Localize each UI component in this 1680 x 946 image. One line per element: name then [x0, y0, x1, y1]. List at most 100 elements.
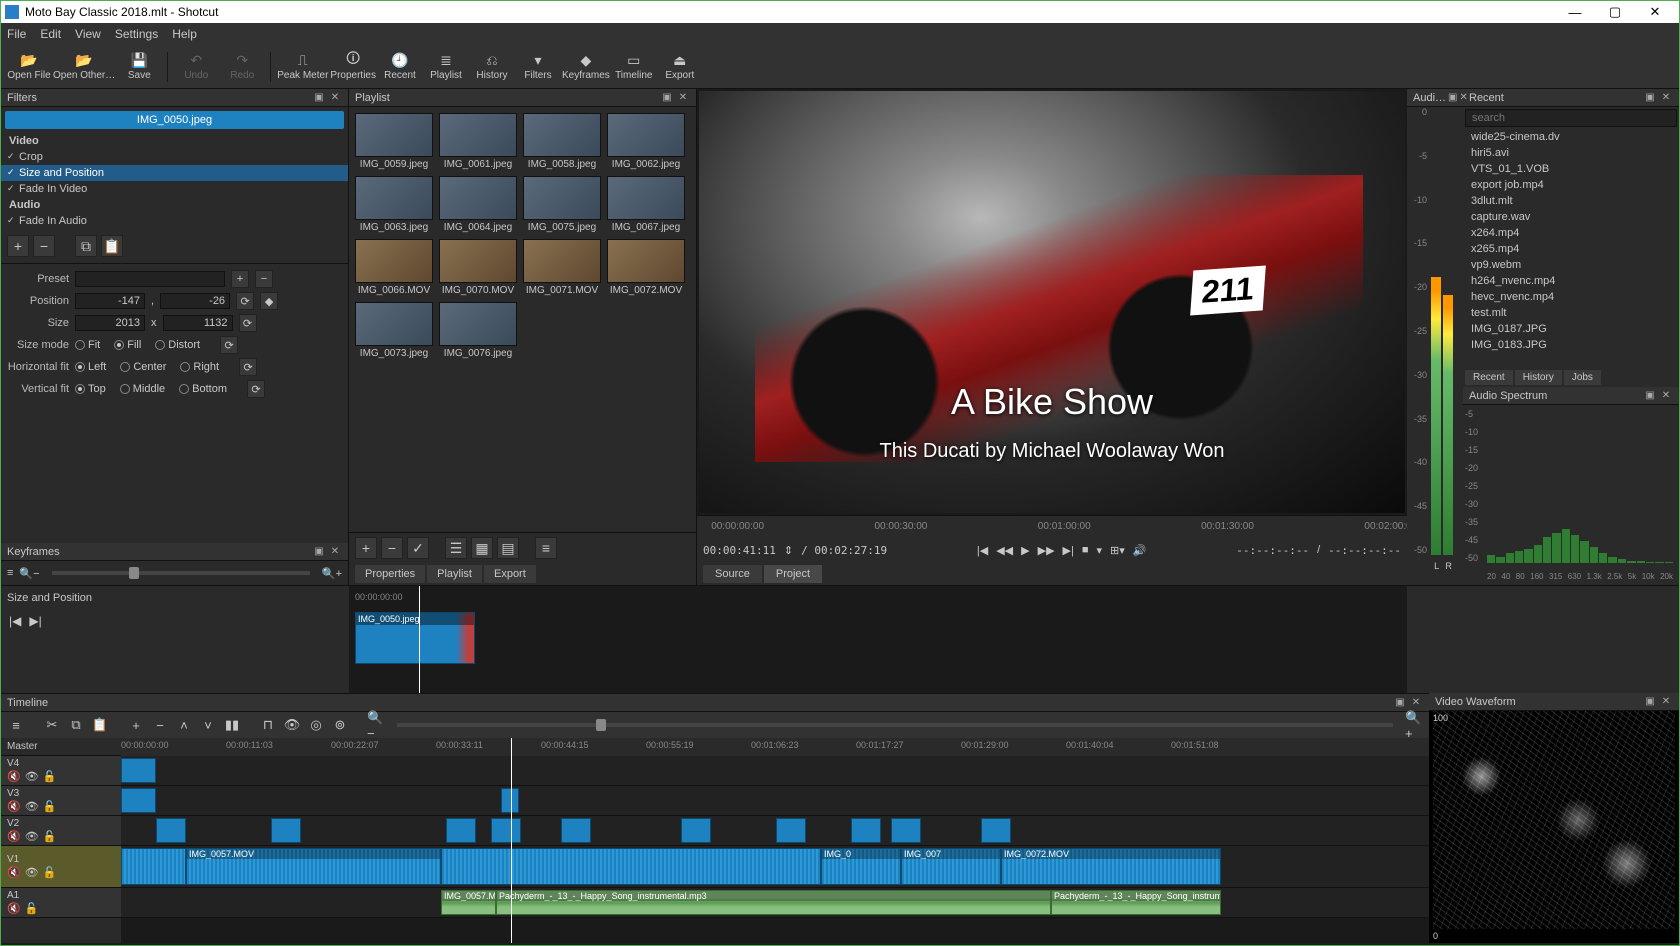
- position-y-input[interactable]: [160, 293, 230, 309]
- preview-viewport[interactable]: 211 A Bike Show This Ducati by Michael W…: [699, 91, 1405, 513]
- snap-icon[interactable]: ⊓: [259, 716, 277, 734]
- toolbar-redo[interactable]: ↷Redo: [220, 47, 264, 87]
- grid-dropdown[interactable]: ⊞▾: [1110, 544, 1125, 557]
- reset-position-button[interactable]: ⟳: [236, 292, 254, 310]
- recent-item[interactable]: export job.mp4: [1463, 177, 1679, 193]
- recent-item[interactable]: hevc_nvenc.mp4: [1463, 289, 1679, 305]
- toolbar-openother[interactable]: 📂Open Other…: [53, 47, 115, 87]
- mute-icon[interactable]: 🔇: [7, 770, 21, 783]
- lift-icon[interactable]: ˄: [175, 716, 193, 734]
- ripple-all-icon[interactable]: ⊚: [331, 716, 349, 734]
- skip-next-button[interactable]: ▶|: [1063, 544, 1074, 557]
- playlist-item[interactable]: IMG_0076.jpeg: [439, 302, 517, 359]
- track-v1[interactable]: IMG_0057.MOV IMG_0 IMG_007 IMG_0072.MOV: [121, 846, 1429, 888]
- toolbar-undo[interactable]: ↶Undo: [174, 47, 218, 87]
- filter-item[interactable]: Crop: [1, 149, 348, 165]
- timecode-current[interactable]: 00:00:41:11: [703, 544, 776, 557]
- play-button[interactable]: ▶: [1021, 544, 1029, 557]
- hfit-center[interactable]: Center: [120, 361, 166, 373]
- reset-hfit-button[interactable]: ⟳: [239, 358, 257, 376]
- toolbar-keyframes[interactable]: ◆Keyframes: [562, 47, 610, 87]
- sizemode-fill[interactable]: Fill: [114, 339, 141, 351]
- preset-select[interactable]: [75, 271, 225, 287]
- track-header-v4[interactable]: V4🔇👁🔓: [1, 756, 121, 786]
- recent-item[interactable]: IMG_0183.JPG: [1463, 337, 1679, 353]
- menu-edit[interactable]: Edit: [40, 27, 61, 41]
- recent-search-input[interactable]: [1465, 109, 1677, 127]
- hfit-right[interactable]: Right: [180, 361, 219, 373]
- lock-icon[interactable]: 🔓: [43, 770, 57, 783]
- zoom-dropdown[interactable]: ▾: [1097, 544, 1103, 557]
- copy-filter-button[interactable]: ⧉: [75, 235, 97, 257]
- track-master[interactable]: Master: [1, 738, 121, 756]
- size-w-input[interactable]: [75, 315, 145, 331]
- view-grid-icon[interactable]: ▦: [471, 537, 493, 559]
- tl-zoom-out-icon[interactable]: 🔍−: [367, 716, 385, 734]
- rewind-button[interactable]: ◀◀: [996, 544, 1013, 557]
- kf-first-button[interactable]: |◀: [9, 614, 21, 628]
- playlist-item[interactable]: IMG_0059.jpeg: [355, 113, 433, 170]
- panel-close-icon[interactable]: ✕: [328, 91, 342, 105]
- scrub-icon[interactable]: 👁: [283, 716, 301, 734]
- recent-item[interactable]: wide25-cinema.dv: [1463, 129, 1679, 145]
- toolbar-filters[interactable]: ▾Filters: [516, 47, 560, 87]
- panel-undock-icon[interactable]: ▣: [312, 545, 326, 559]
- track-a1[interactable]: IMG_0057.MO Pachyderm_-_13_-_Happy_Song_…: [121, 888, 1429, 918]
- sizemode-fit[interactable]: Fit: [75, 339, 100, 351]
- kf-zoom-slider[interactable]: [52, 571, 310, 575]
- playlist-remove-button[interactable]: −: [381, 537, 403, 559]
- fastfwd-button[interactable]: ▶▶: [1038, 544, 1055, 557]
- tab-export[interactable]: Export: [484, 565, 536, 583]
- tab-playlist[interactable]: Playlist: [427, 565, 482, 583]
- tab-project[interactable]: Project: [764, 565, 822, 583]
- filter-item[interactable]: Fade In Audio: [1, 213, 348, 229]
- playlist-item[interactable]: IMG_0073.jpeg: [355, 302, 433, 359]
- track-v3[interactable]: [121, 786, 1429, 816]
- hide-icon[interactable]: 👁: [25, 770, 39, 783]
- preset-add-button[interactable]: +: [231, 270, 249, 288]
- panel-close-icon[interactable]: ✕: [676, 91, 690, 105]
- mute-button[interactable]: 🔊: [1133, 544, 1147, 557]
- playlist-item[interactable]: IMG_0071.MOV: [523, 239, 601, 296]
- tl-zoom-slider[interactable]: [397, 723, 1393, 727]
- tab-history[interactable]: History: [1515, 370, 1562, 385]
- kf-menu-icon[interactable]: ≡: [7, 567, 13, 579]
- track-header-v3[interactable]: V3🔇👁🔓: [1, 786, 121, 816]
- recent-item[interactable]: test.mlt: [1463, 305, 1679, 321]
- track-header-a1[interactable]: A1🔇🔓: [1, 888, 121, 918]
- kf-clip[interactable]: IMG_0050.jpeg: [355, 612, 475, 664]
- preview-scrubber[interactable]: 00:00:00:0000:00:30:0000:01:00:0000:01:3…: [697, 515, 1407, 537]
- vfit-top[interactable]: Top: [75, 383, 106, 395]
- recent-item[interactable]: hiri5.avi: [1463, 145, 1679, 161]
- playlist-item[interactable]: IMG_0064.jpeg: [439, 176, 517, 233]
- menu-settings[interactable]: Settings: [115, 27, 158, 41]
- recent-item[interactable]: capture.wav: [1463, 209, 1679, 225]
- playlist-item[interactable]: IMG_0067.jpeg: [607, 176, 685, 233]
- playlist-item[interactable]: IMG_0061.jpeg: [439, 113, 517, 170]
- stop-button[interactable]: ■: [1082, 544, 1089, 556]
- add-filter-button[interactable]: +: [7, 235, 29, 257]
- paste-icon[interactable]: 📋: [91, 716, 109, 734]
- window-minimize[interactable]: —: [1555, 5, 1595, 20]
- kf-last-button[interactable]: ▶|: [29, 614, 41, 628]
- track-header-v1[interactable]: V1🔇👁🔓: [1, 846, 121, 888]
- tab-jobs[interactable]: Jobs: [1564, 370, 1601, 385]
- toolbar-timeline[interactable]: ▭Timeline: [612, 47, 656, 87]
- toolbar-recent[interactable]: 🕘Recent: [378, 47, 422, 87]
- toolbar-export[interactable]: ⏏Export: [658, 47, 702, 87]
- view-detail-icon[interactable]: ▤: [497, 537, 519, 559]
- toolbar-properties[interactable]: 🛈Properties: [330, 47, 376, 87]
- playlist-item[interactable]: IMG_0066.MOV: [355, 239, 433, 296]
- toolbar-playlist[interactable]: ≣Playlist: [424, 47, 468, 87]
- reset-vfit-button[interactable]: ⟳: [247, 380, 265, 398]
- track-v4[interactable]: [121, 756, 1429, 786]
- reset-size-button[interactable]: ⟳: [239, 314, 257, 332]
- keyframe-position-button[interactable]: ◆: [260, 292, 278, 310]
- recent-item[interactable]: x264.mp4: [1463, 225, 1679, 241]
- recent-item[interactable]: vp9.webm: [1463, 257, 1679, 273]
- tl-menu-icon[interactable]: ≡: [7, 716, 25, 734]
- reset-sizemode-button[interactable]: ⟳: [220, 336, 238, 354]
- skip-prev-button[interactable]: |◀: [977, 544, 988, 557]
- recent-item[interactable]: VTS_01_1.VOB: [1463, 161, 1679, 177]
- tab-source[interactable]: Source: [703, 565, 762, 583]
